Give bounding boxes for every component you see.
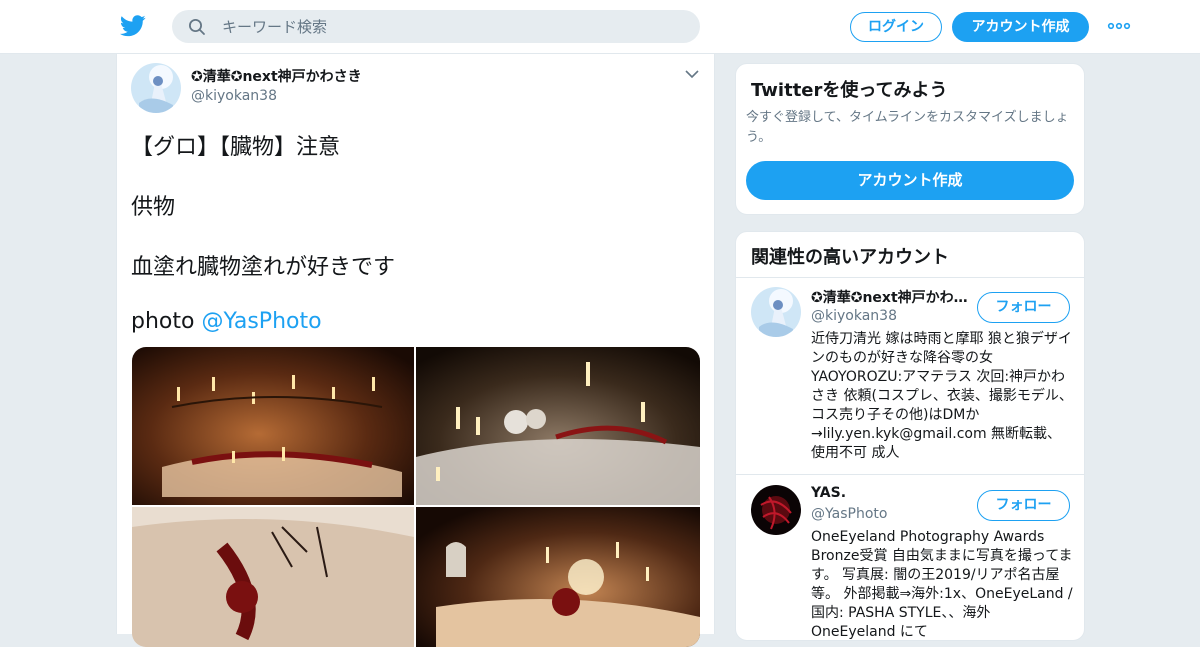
tweet-photo-4[interactable] [416, 507, 700, 647]
signup-button[interactable]: アカウント作成 [952, 12, 1089, 42]
chevron-down-icon[interactable] [685, 69, 699, 79]
search-input[interactable] [222, 10, 682, 43]
tweet-text-line: 【グロ】【臓物】注意 [131, 135, 341, 160]
tweet-author-avatar[interactable] [131, 63, 181, 113]
tweet-author-handle[interactable]: @kiyokan38 [191, 88, 277, 104]
tweet-container: ✪清華✪next神戸かわさき @kiyokan38 【グロ】【臓物】注意 供物 … [116, 54, 715, 647]
signup-card: Twitterを使ってみよう 今すぐ登録して、タイムラインをカスタマイズしましょ… [735, 63, 1085, 215]
signup-card-button[interactable]: アカウント作成 [746, 161, 1074, 200]
tweet-photo-1[interactable] [132, 347, 414, 505]
related-accounts-card: 関連性の高いアカウント ✪清華✪next神戸かわさき @kiyokan38 フォ… [735, 231, 1085, 641]
account-handle[interactable]: @YasPhoto [811, 506, 887, 522]
tweet-author-name[interactable]: ✪清華✪next神戸かわさき [191, 66, 362, 86]
tweet-photo-2[interactable] [416, 347, 700, 505]
tweet-photo-3[interactable] [132, 507, 414, 647]
signup-card-title: Twitterを使ってみよう [751, 80, 948, 101]
follow-button[interactable]: フォロー [977, 292, 1070, 323]
divider [736, 474, 1084, 475]
search-box[interactable] [172, 10, 700, 43]
tweet-media-grid [132, 347, 700, 647]
account-name[interactable]: YAS. [811, 485, 971, 501]
account-bio: 近侍刀清光 嫁は時雨と摩耶 狼と狼デザインのものが好きな降谷零の女 YAOYOR… [811, 331, 1073, 461]
tweet-photo-credit: photo @YasPhoto [131, 309, 322, 334]
top-navigation-bar: ログイン アカウント作成 [0, 0, 1200, 54]
mention-link[interactable]: @YasPhoto [201, 309, 321, 334]
account-name[interactable]: ✪清華✪next神戸かわさき [811, 287, 971, 307]
account-avatar[interactable] [751, 287, 801, 337]
divider [736, 277, 1084, 278]
account-avatar[interactable] [751, 485, 801, 535]
account-handle[interactable]: @kiyokan38 [811, 308, 897, 324]
search-icon [189, 19, 205, 35]
account-bio: OneEyeland Photography Awards Bronze受賞 自… [811, 529, 1073, 640]
signup-card-subtitle: 今すぐ登録して、タイムラインをカスタマイズしましょう。 [746, 110, 1069, 145]
more-dots-icon[interactable] [1107, 20, 1131, 32]
login-button[interactable]: ログイン [850, 12, 942, 42]
related-accounts-title: 関連性の高いアカウント [751, 247, 949, 268]
follow-button[interactable]: フォロー [977, 490, 1070, 521]
tweet-text-line: 血塗れ臓物塗れが好きです [131, 255, 396, 280]
photo-prefix: photo [131, 309, 202, 334]
twitter-bird-icon[interactable] [120, 14, 146, 38]
tweet-text-line: 供物 [131, 195, 176, 220]
